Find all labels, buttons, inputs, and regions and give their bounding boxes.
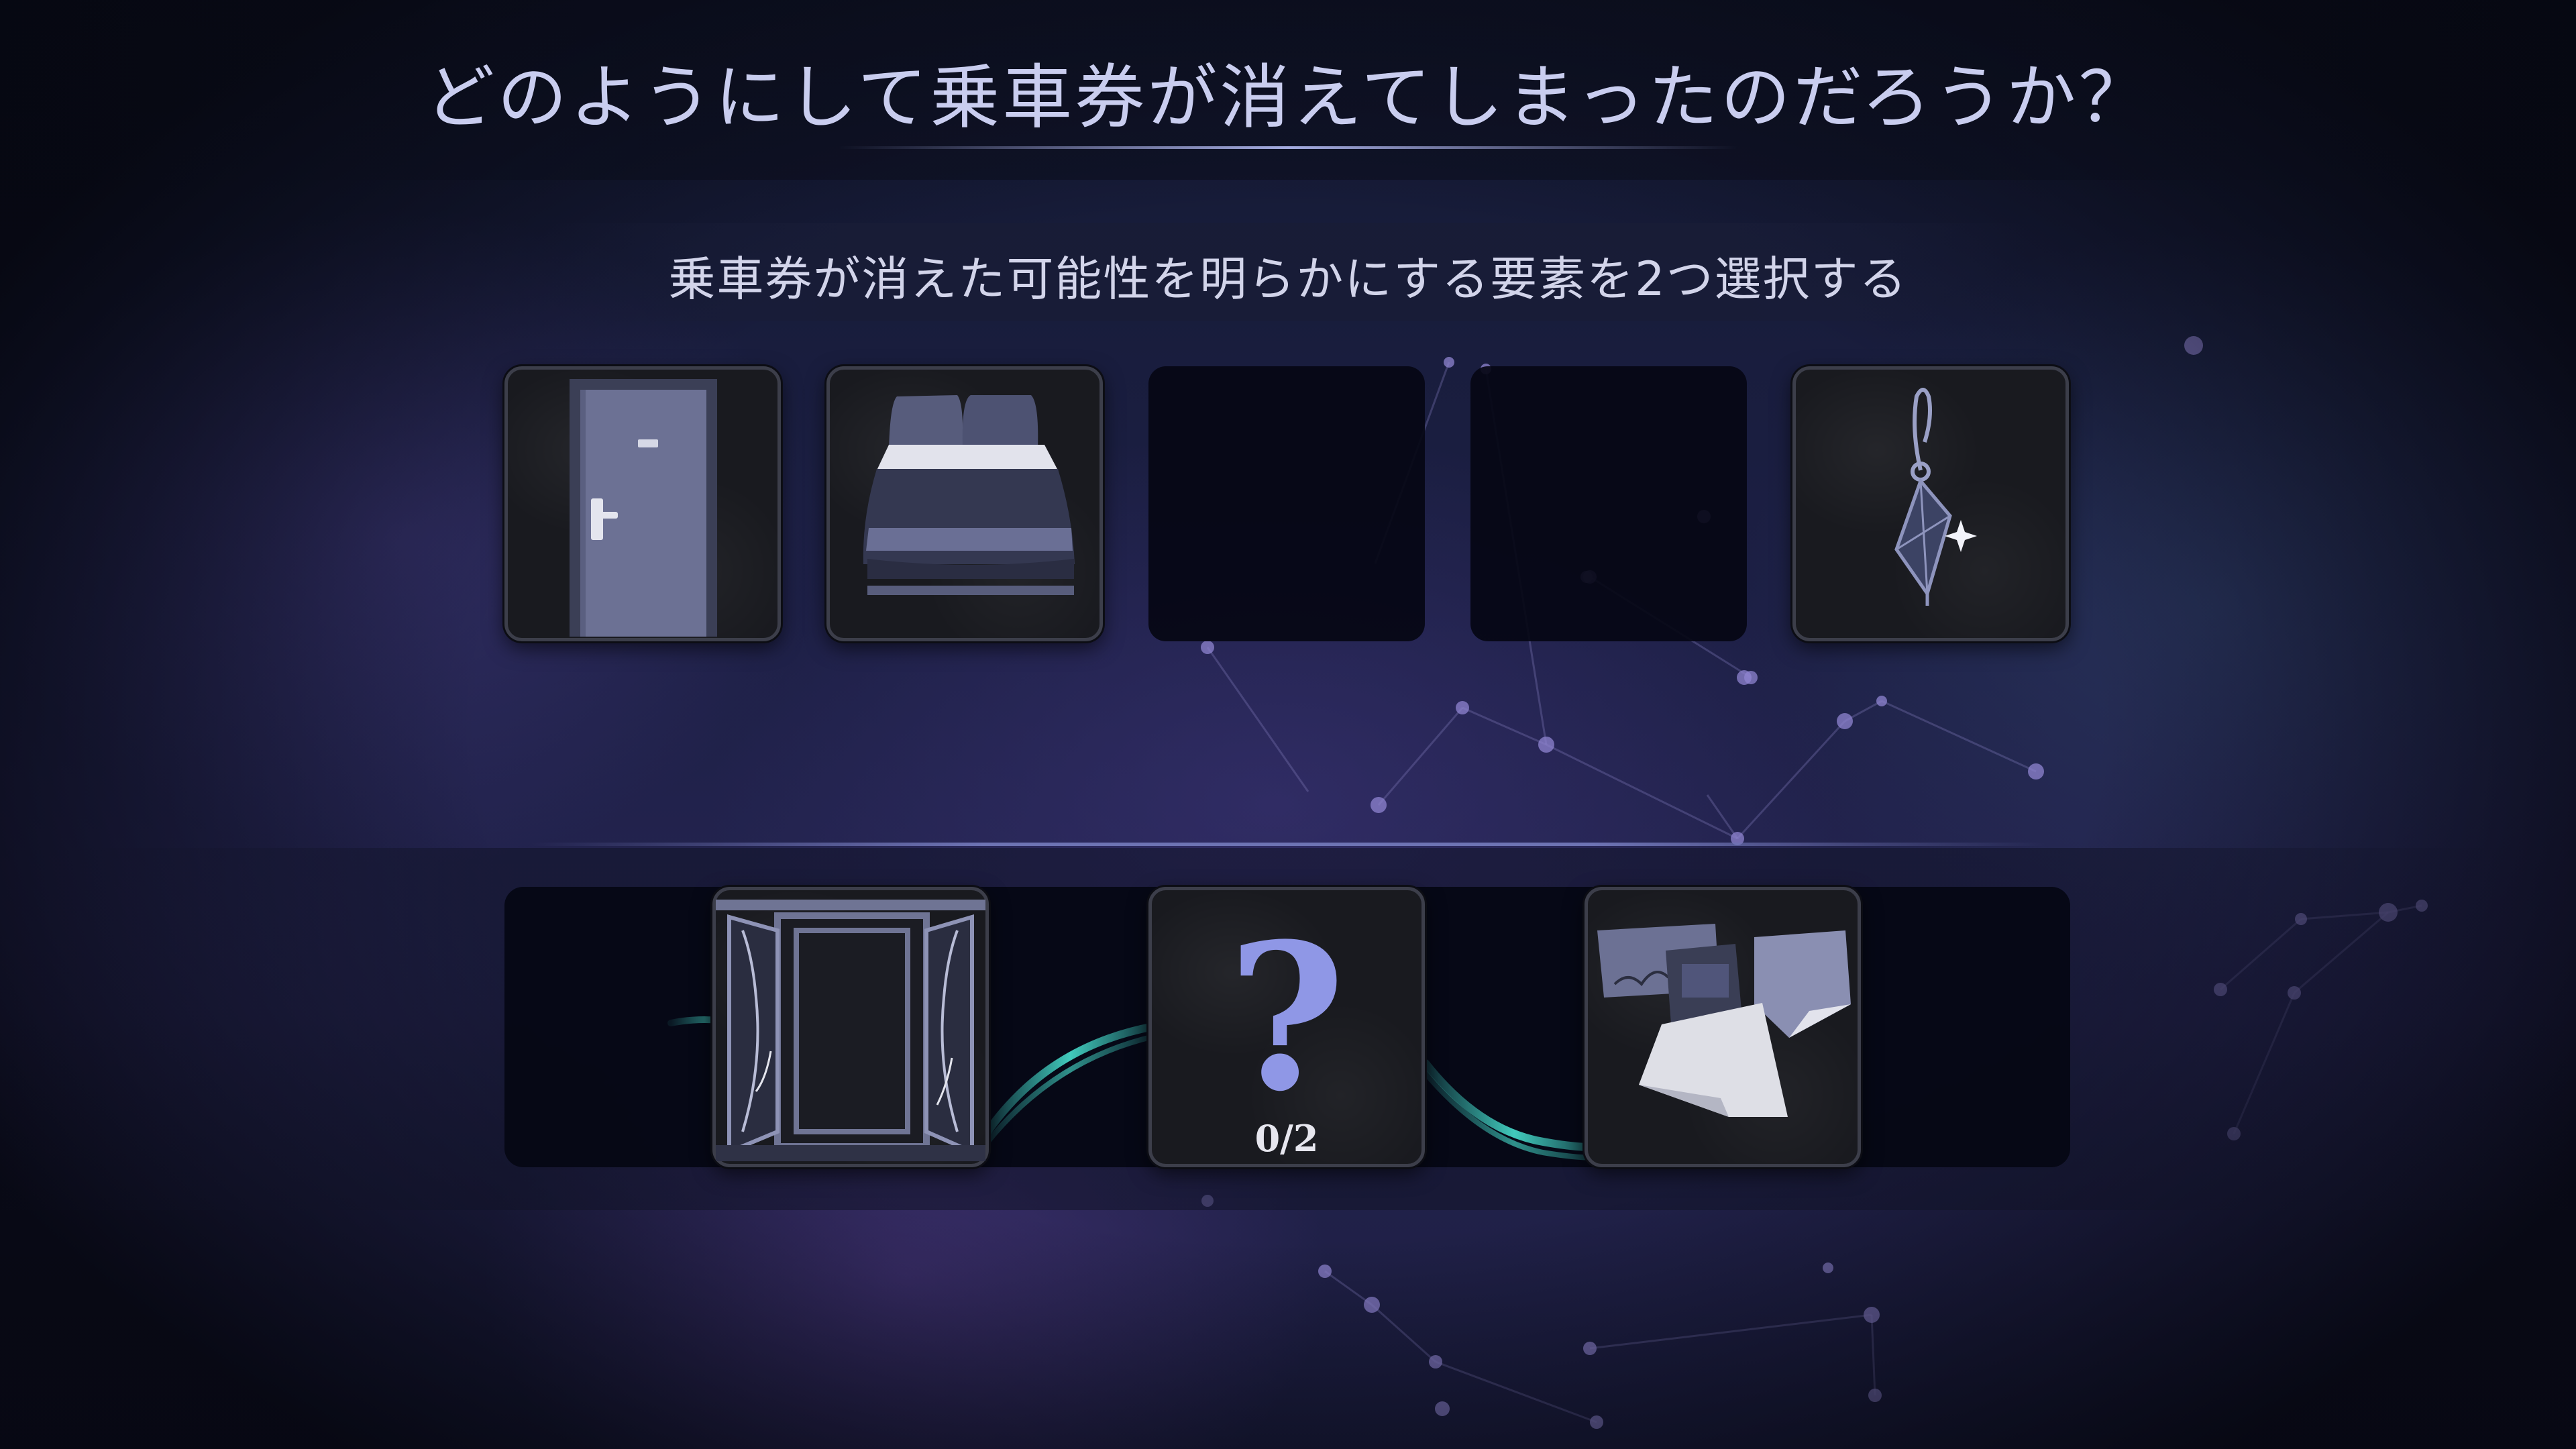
game-screen: どのようにして乗車券が消えてしまったのだろうか？ 乗車券が消えた可能性を明らかに… <box>0 0 2576 1449</box>
open-window-icon <box>716 900 985 1161</box>
connection-wave <box>667 1016 1607 1161</box>
selection-progress: 0/2 <box>1254 1117 1319 1160</box>
chain-card-window[interactable] <box>712 887 989 1167</box>
scattered-papers-icon <box>1597 924 1851 1117</box>
question-mark-icon: ? <box>1228 899 1346 1136</box>
chain-card-papers[interactable] <box>1585 887 1861 1167</box>
chain-card-unknown[interactable]: ? 0/2 <box>1148 887 1425 1167</box>
